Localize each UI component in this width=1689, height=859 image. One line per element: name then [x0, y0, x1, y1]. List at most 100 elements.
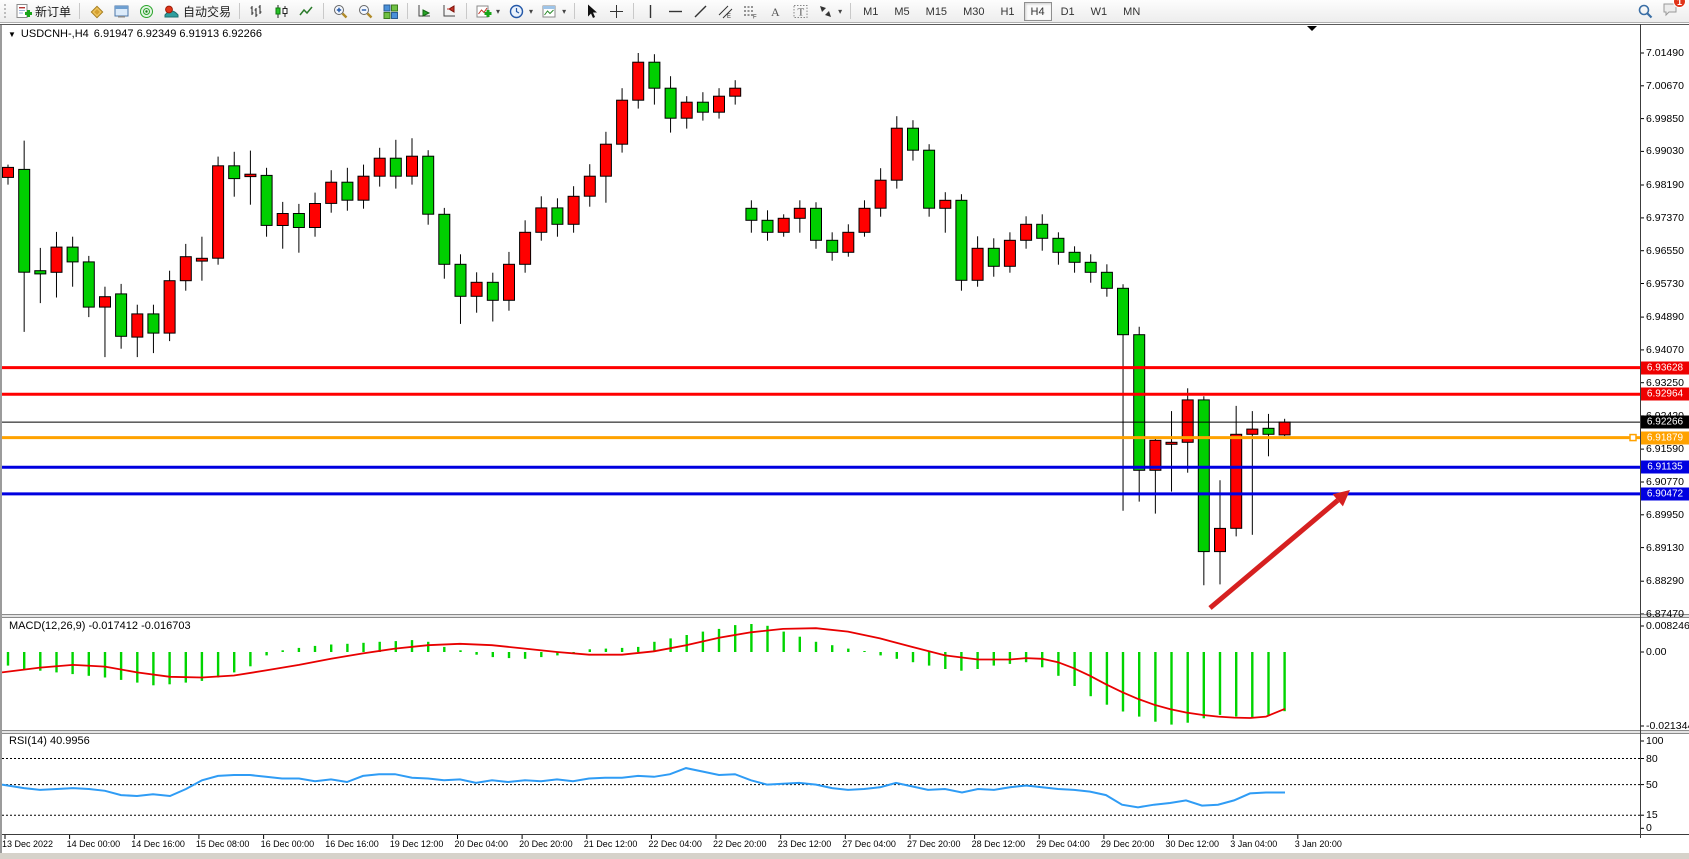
timeframe-button-m1[interactable]: M1	[856, 2, 885, 21]
trendline-button[interactable]	[688, 1, 713, 21]
macd-axis-label: 0.00	[1646, 646, 1689, 658]
price-axis-label: 6.94890	[1646, 311, 1689, 323]
fibonacci-icon: F	[742, 3, 759, 20]
arrows-button[interactable]: ▾	[813, 1, 846, 21]
toolbar-separator	[323, 3, 324, 19]
time-axis-label[interactable]: 14 Dec 16:00	[131, 839, 185, 849]
templates-dropdown-arrow[interactable]: ▾	[562, 7, 566, 16]
horizontal-line-button[interactable]	[663, 1, 688, 21]
time-axis-label[interactable]: 21 Dec 12:00	[584, 839, 638, 849]
text-button[interactable]: A	[763, 1, 788, 21]
time-axis-label[interactable]: 3 Jan 20:00	[1295, 839, 1342, 849]
zoom-out-icon	[357, 3, 374, 20]
time-axis-label[interactable]: 28 Dec 12:00	[972, 839, 1026, 849]
periods-clock-icon	[508, 3, 525, 20]
time-axis-label[interactable]: 23 Dec 12:00	[778, 839, 832, 849]
zoom-in-button[interactable]	[328, 1, 353, 21]
signals-icon	[138, 3, 155, 20]
time-axis-label[interactable]: 29 Dec 04:00	[1036, 839, 1090, 849]
timeframe-button-d1[interactable]: D1	[1054, 2, 1082, 21]
status-strip	[0, 853, 1689, 859]
collapse-triangle-icon[interactable]: ▼	[8, 30, 16, 39]
text-label-button[interactable]: T	[788, 1, 813, 21]
price-axis-label: 6.94070	[1646, 344, 1689, 356]
metaquotes-button[interactable]	[84, 1, 109, 21]
toolbar-drag-handle[interactable]	[4, 4, 8, 18]
time-axis-label[interactable]: 27 Dec 20:00	[907, 839, 961, 849]
time-axis-label[interactable]: 27 Dec 04:00	[842, 839, 896, 849]
time-axis-label[interactable]: 19 Dec 12:00	[390, 839, 444, 849]
crosshair-button[interactable]	[604, 1, 629, 21]
price-axis-label: 6.89950	[1646, 509, 1689, 521]
templates-icon	[541, 3, 558, 20]
zoom-out-button[interactable]	[353, 1, 378, 21]
time-axis-label[interactable]: 16 Dec 16:00	[325, 839, 379, 849]
cursor-button[interactable]	[579, 1, 604, 21]
time-axis-label[interactable]: 22 Dec 04:00	[648, 839, 702, 849]
tile-windows-button[interactable]	[378, 1, 403, 21]
autotrading-button[interactable]: 自动交易	[159, 1, 235, 21]
chart-background[interactable]	[2, 24, 1689, 853]
indicators-icon	[475, 3, 492, 20]
signals-button[interactable]	[134, 1, 159, 21]
timeframe-button-m30[interactable]: M30	[956, 2, 991, 21]
main-macd-separator[interactable]	[2, 614, 1689, 618]
time-axis-label[interactable]: 16 Dec 00:00	[261, 839, 315, 849]
metaeditor-button[interactable]	[109, 1, 134, 21]
svg-text:F: F	[753, 14, 757, 20]
autotrading-icon	[163, 3, 180, 20]
crosshair-icon	[608, 3, 625, 20]
line-chart-button[interactable]	[294, 1, 319, 21]
vertical-line-button[interactable]	[638, 1, 663, 21]
chart-top-border	[0, 24, 1689, 25]
arrows-dropdown-arrow[interactable]: ▾	[838, 7, 842, 16]
timeframe-button-w1[interactable]: W1	[1084, 2, 1115, 21]
timeframe-button-m5[interactable]: M5	[887, 2, 916, 21]
toolbar-separator	[574, 3, 575, 19]
periods-button[interactable]: ▾	[504, 1, 537, 21]
timeframe-button-mn[interactable]: MN	[1116, 2, 1147, 21]
time-axis-label[interactable]: 15 Dec 08:00	[196, 839, 250, 849]
macd-axis-label: 0.008246	[1646, 620, 1689, 632]
macd-rsi-separator[interactable]	[2, 730, 1689, 734]
price-axis-label: 6.95730	[1646, 278, 1689, 290]
search-icon[interactable]	[1637, 3, 1654, 20]
price-axis-label: 7.00670	[1646, 80, 1689, 92]
fibonacci-button[interactable]: F	[738, 1, 763, 21]
indicators-dropdown-arrow[interactable]: ▾	[496, 7, 500, 16]
candlestick-chart-button[interactable]	[269, 1, 294, 21]
price-badge: 6.91879	[1641, 431, 1689, 444]
text-icon: A	[767, 3, 784, 20]
time-axis-label[interactable]: 20 Dec 04:00	[455, 839, 509, 849]
timeframe-button-h4[interactable]: H4	[1024, 2, 1052, 21]
time-axis-label[interactable]: 29 Dec 20:00	[1101, 839, 1155, 849]
chat-button[interactable]: 1	[1662, 0, 1679, 22]
time-axis-label[interactable]: 30 Dec 12:00	[1166, 839, 1220, 849]
time-axis-label[interactable]: 22 Dec 20:00	[713, 839, 767, 849]
time-axis-label[interactable]: 14 Dec 00:00	[67, 839, 121, 849]
auto-scroll-button[interactable]	[412, 1, 437, 21]
new-order-button[interactable]: 新订单	[11, 1, 75, 21]
svg-text:T: T	[798, 6, 805, 18]
ohlc-values: 6.91947 6.92349 6.91913 6.92266	[94, 28, 262, 40]
timeframe-button-m15[interactable]: M15	[919, 2, 954, 21]
timeframe-button-h1[interactable]: H1	[993, 2, 1021, 21]
chart-shift-button[interactable]	[437, 1, 462, 21]
time-axis-label[interactable]: 13 Dec 2022	[2, 839, 53, 849]
price-badge: 6.93628	[1641, 361, 1689, 374]
indicators-button[interactable]: ▾	[471, 1, 504, 21]
rsi-axis-label: 50	[1646, 779, 1689, 791]
equidistant-channel-button[interactable]: E	[713, 1, 738, 21]
bar-chart-button[interactable]	[244, 1, 269, 21]
toolbar-separator	[850, 3, 851, 19]
time-axis-label[interactable]: 3 Jan 04:00	[1230, 839, 1277, 849]
time-axis-label[interactable]: 20 Dec 20:00	[519, 839, 573, 849]
new-order-label: 新订单	[35, 3, 71, 20]
toolbar-separator	[239, 3, 240, 19]
price-badge: 6.90472	[1641, 487, 1689, 500]
price-axis-label: 7.01490	[1646, 47, 1689, 59]
price-axis-label: 6.90770	[1646, 476, 1689, 488]
macd-label: MACD(12,26,9) -0.017412 -0.016703	[9, 620, 191, 632]
periods-dropdown-arrow[interactable]: ▾	[529, 7, 533, 16]
templates-button[interactable]: ▾	[537, 1, 570, 21]
